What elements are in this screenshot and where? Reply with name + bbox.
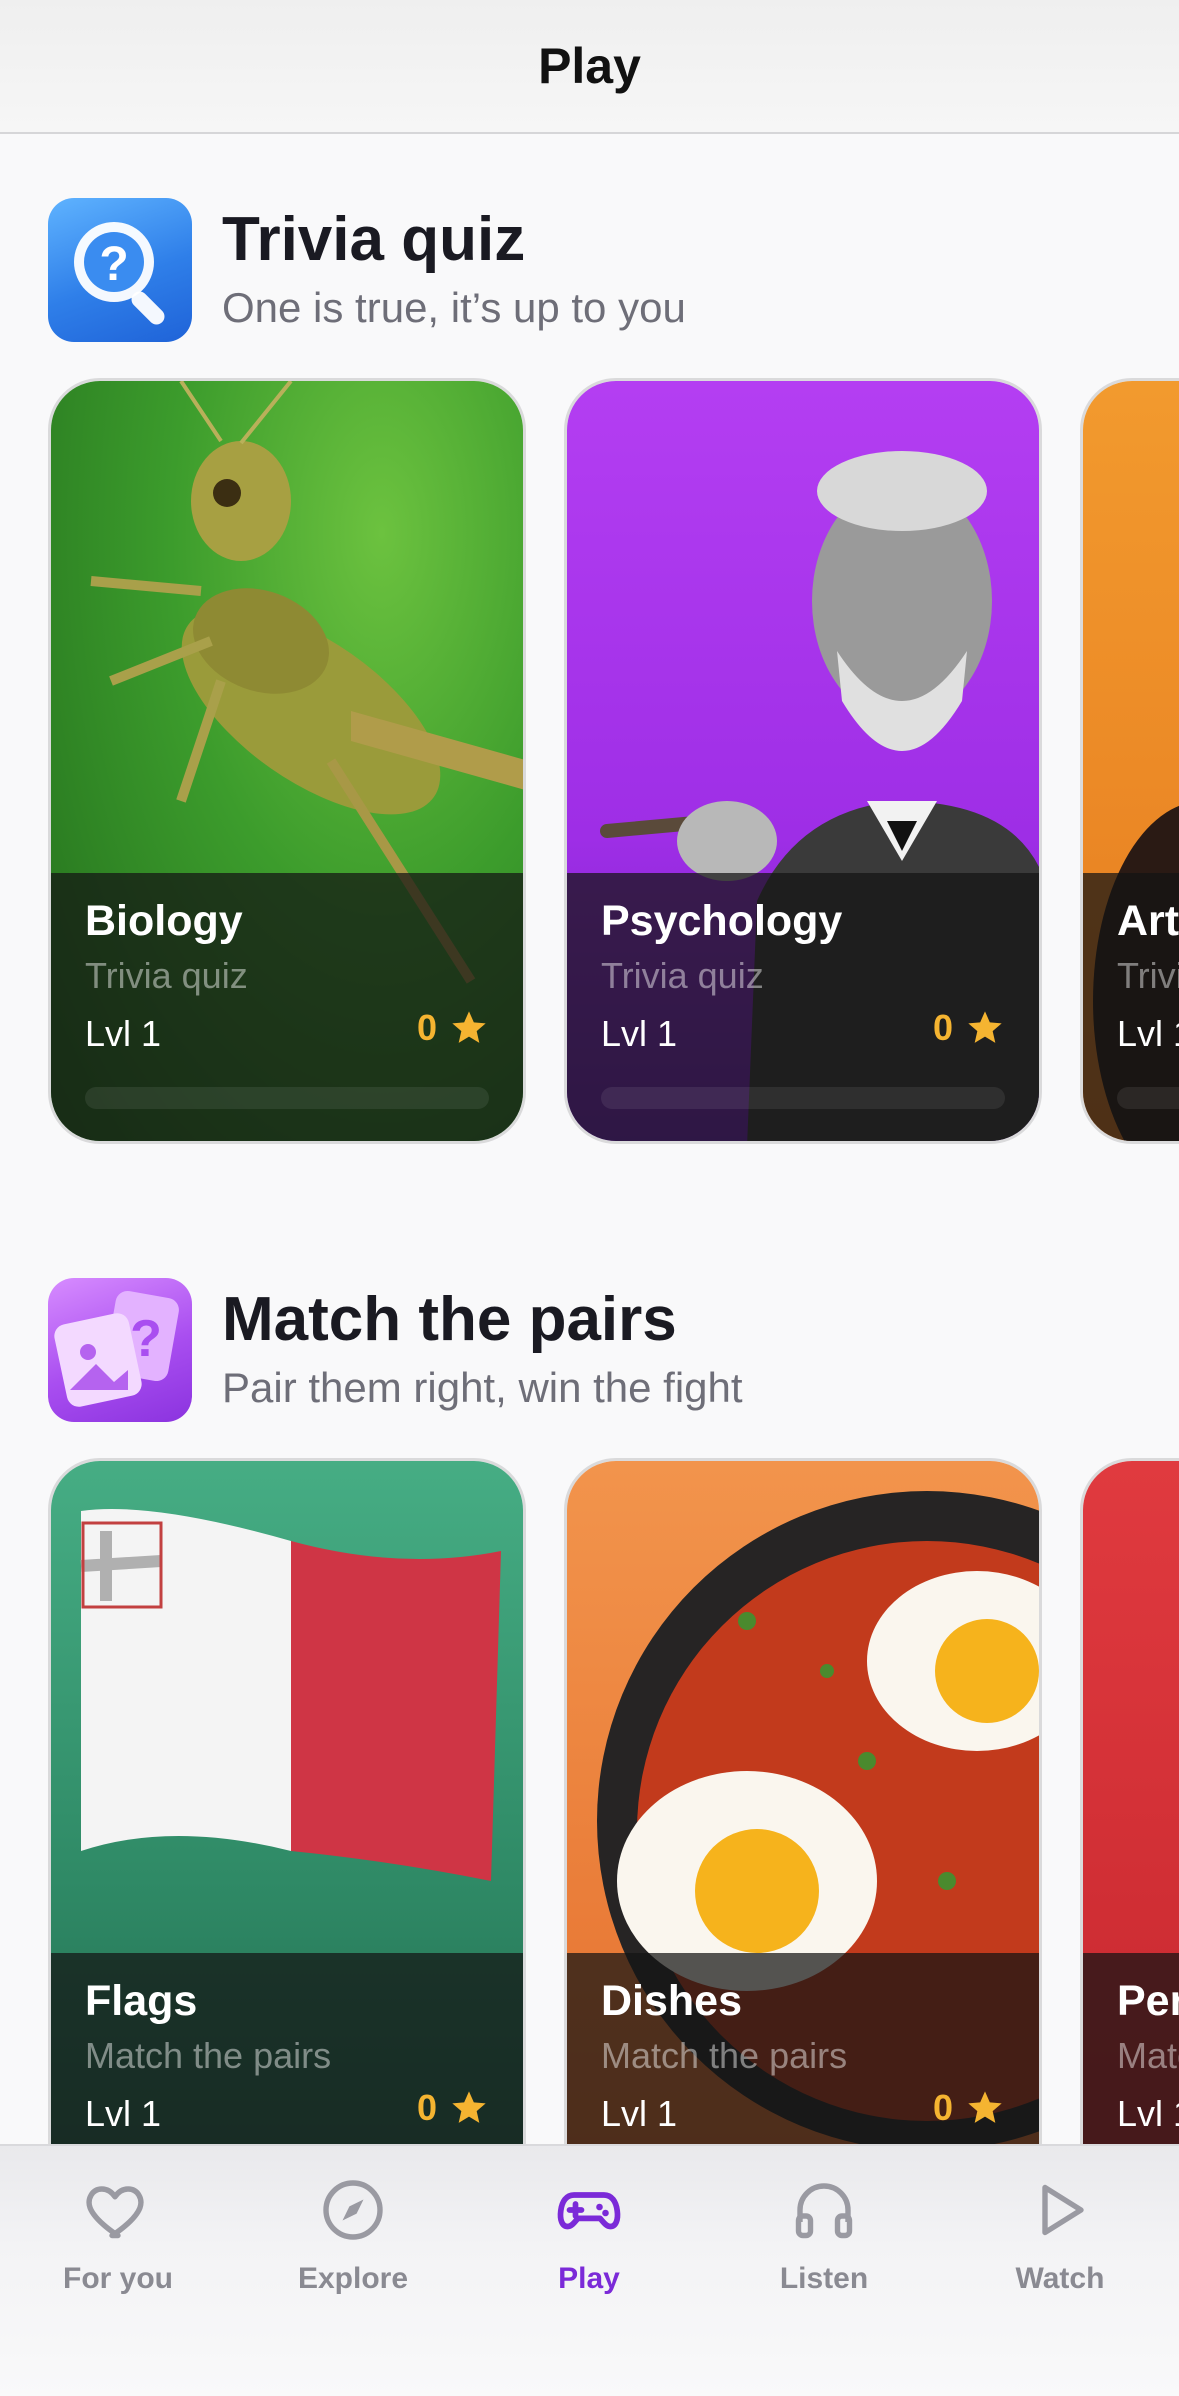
section-subtitle: One is true, it’s up to you xyxy=(222,284,686,331)
card-score: 0 xyxy=(417,2087,489,2129)
card-title: Biology xyxy=(85,897,243,945)
star-icon xyxy=(968,1011,1002,1043)
star-count: 0 xyxy=(416,2087,437,2128)
star-icon xyxy=(452,2091,486,2123)
section-title: Trivia quiz xyxy=(222,205,526,274)
svg-text:?: ? xyxy=(99,238,128,291)
card-title: Art xyxy=(1117,897,1179,945)
match-card-flags[interactable]: Flags Match the pairs Lvl 1 0 xyxy=(48,1458,526,2144)
section-subtitle: Pair them right, win the fight xyxy=(222,1364,743,1411)
star-icon xyxy=(452,1011,486,1043)
heart-icon xyxy=(86,2186,144,2239)
quiz-card-biology[interactable]: Biology Trivia quiz Lvl 1 0 xyxy=(48,378,526,1144)
card-score: 0 xyxy=(933,1007,1005,1049)
page-title: Play xyxy=(538,38,641,94)
tab-label: Explore xyxy=(297,2262,409,2295)
card-score: 0 xyxy=(417,1007,489,1049)
tab-play[interactable]: Play xyxy=(489,2174,689,2304)
image-question-cards-icon: ? xyxy=(48,1278,192,1422)
headphones-icon xyxy=(795,2183,853,2239)
quiz-card-psychology[interactable]: Psychology Trivia quiz Lvl 1 0 xyxy=(564,378,1042,1144)
card-type: Match the pairs xyxy=(601,2035,848,2076)
tab-label: Watch xyxy=(1015,2262,1105,2295)
card-score: 0 xyxy=(933,2087,1005,2129)
card-level: Lvl 1 xyxy=(1117,1013,1179,1054)
section-title: Match the pairs xyxy=(222,1285,677,1354)
match-card-carousel[interactable]: Flags Match the pairs Lvl 1 0 Dishes Mat… xyxy=(48,1458,1179,2144)
tab-for-you[interactable]: For you xyxy=(18,2174,218,2304)
tab-watch[interactable]: Watch xyxy=(960,2174,1160,2304)
section-header-match: ? Match the pairs Pair them right, win t… xyxy=(48,1278,1148,1422)
progress-bar xyxy=(1117,1087,1179,1109)
card-title: Psychology xyxy=(601,897,843,945)
star-icon xyxy=(968,2091,1002,2123)
card-title: Flags xyxy=(85,1977,198,2025)
star-count: 0 xyxy=(932,2087,953,2128)
progress-bar xyxy=(85,1087,489,1109)
tab-label: For you xyxy=(63,2262,173,2295)
compass-icon xyxy=(323,2180,383,2240)
card-level: Lvl 1 xyxy=(601,1013,678,1054)
question-magnifier-icon: ? xyxy=(48,198,192,342)
card-title: Per xyxy=(1117,1977,1179,2025)
card-type: Trivia quiz xyxy=(1117,955,1179,996)
tab-explore[interactable]: Explore xyxy=(253,2174,453,2304)
card-level: Lvl 1 xyxy=(85,2093,162,2134)
tab-listen[interactable]: Listen xyxy=(724,2174,924,2304)
card-type: Trivia quiz xyxy=(601,955,764,996)
card-level: Lvl 1 xyxy=(1117,2093,1179,2134)
bottom-tab-bar: For you Explore Play Listen Watch xyxy=(0,2144,1179,2396)
star-count: 0 xyxy=(416,1007,437,1048)
top-bar: Play xyxy=(0,0,1179,134)
card-type: Trivia quiz xyxy=(85,955,248,996)
match-card-dishes[interactable]: Dishes Match the pairs Lvl 1 0 xyxy=(564,1458,1042,2144)
card-title: Dishes xyxy=(601,1977,743,2025)
card-type: Match the pairs xyxy=(85,2035,332,2076)
card-type: Match the pairs xyxy=(1117,2035,1179,2076)
card-level: Lvl 1 xyxy=(601,2093,678,2134)
progress-bar xyxy=(601,1087,1005,1109)
play-icon xyxy=(1042,2184,1084,2236)
match-card-per[interactable]: Per Match the pairs Lvl 1 xyxy=(1080,1458,1179,2144)
trivia-card-carousel[interactable]: Biology Trivia quiz Lvl 1 0 Psychology T… xyxy=(48,378,1179,1144)
star-count: 0 xyxy=(932,1007,953,1048)
section-header-trivia: ? Trivia quiz One is true, it’s up to yo… xyxy=(48,198,1148,342)
quiz-card-art[interactable]: Art Trivia quiz Lvl 1 xyxy=(1080,378,1179,1144)
tab-label: Play xyxy=(558,2262,620,2295)
card-level: Lvl 1 xyxy=(85,1013,162,1054)
gamepad-icon xyxy=(557,2192,621,2230)
tab-label: Listen xyxy=(779,2262,869,2295)
